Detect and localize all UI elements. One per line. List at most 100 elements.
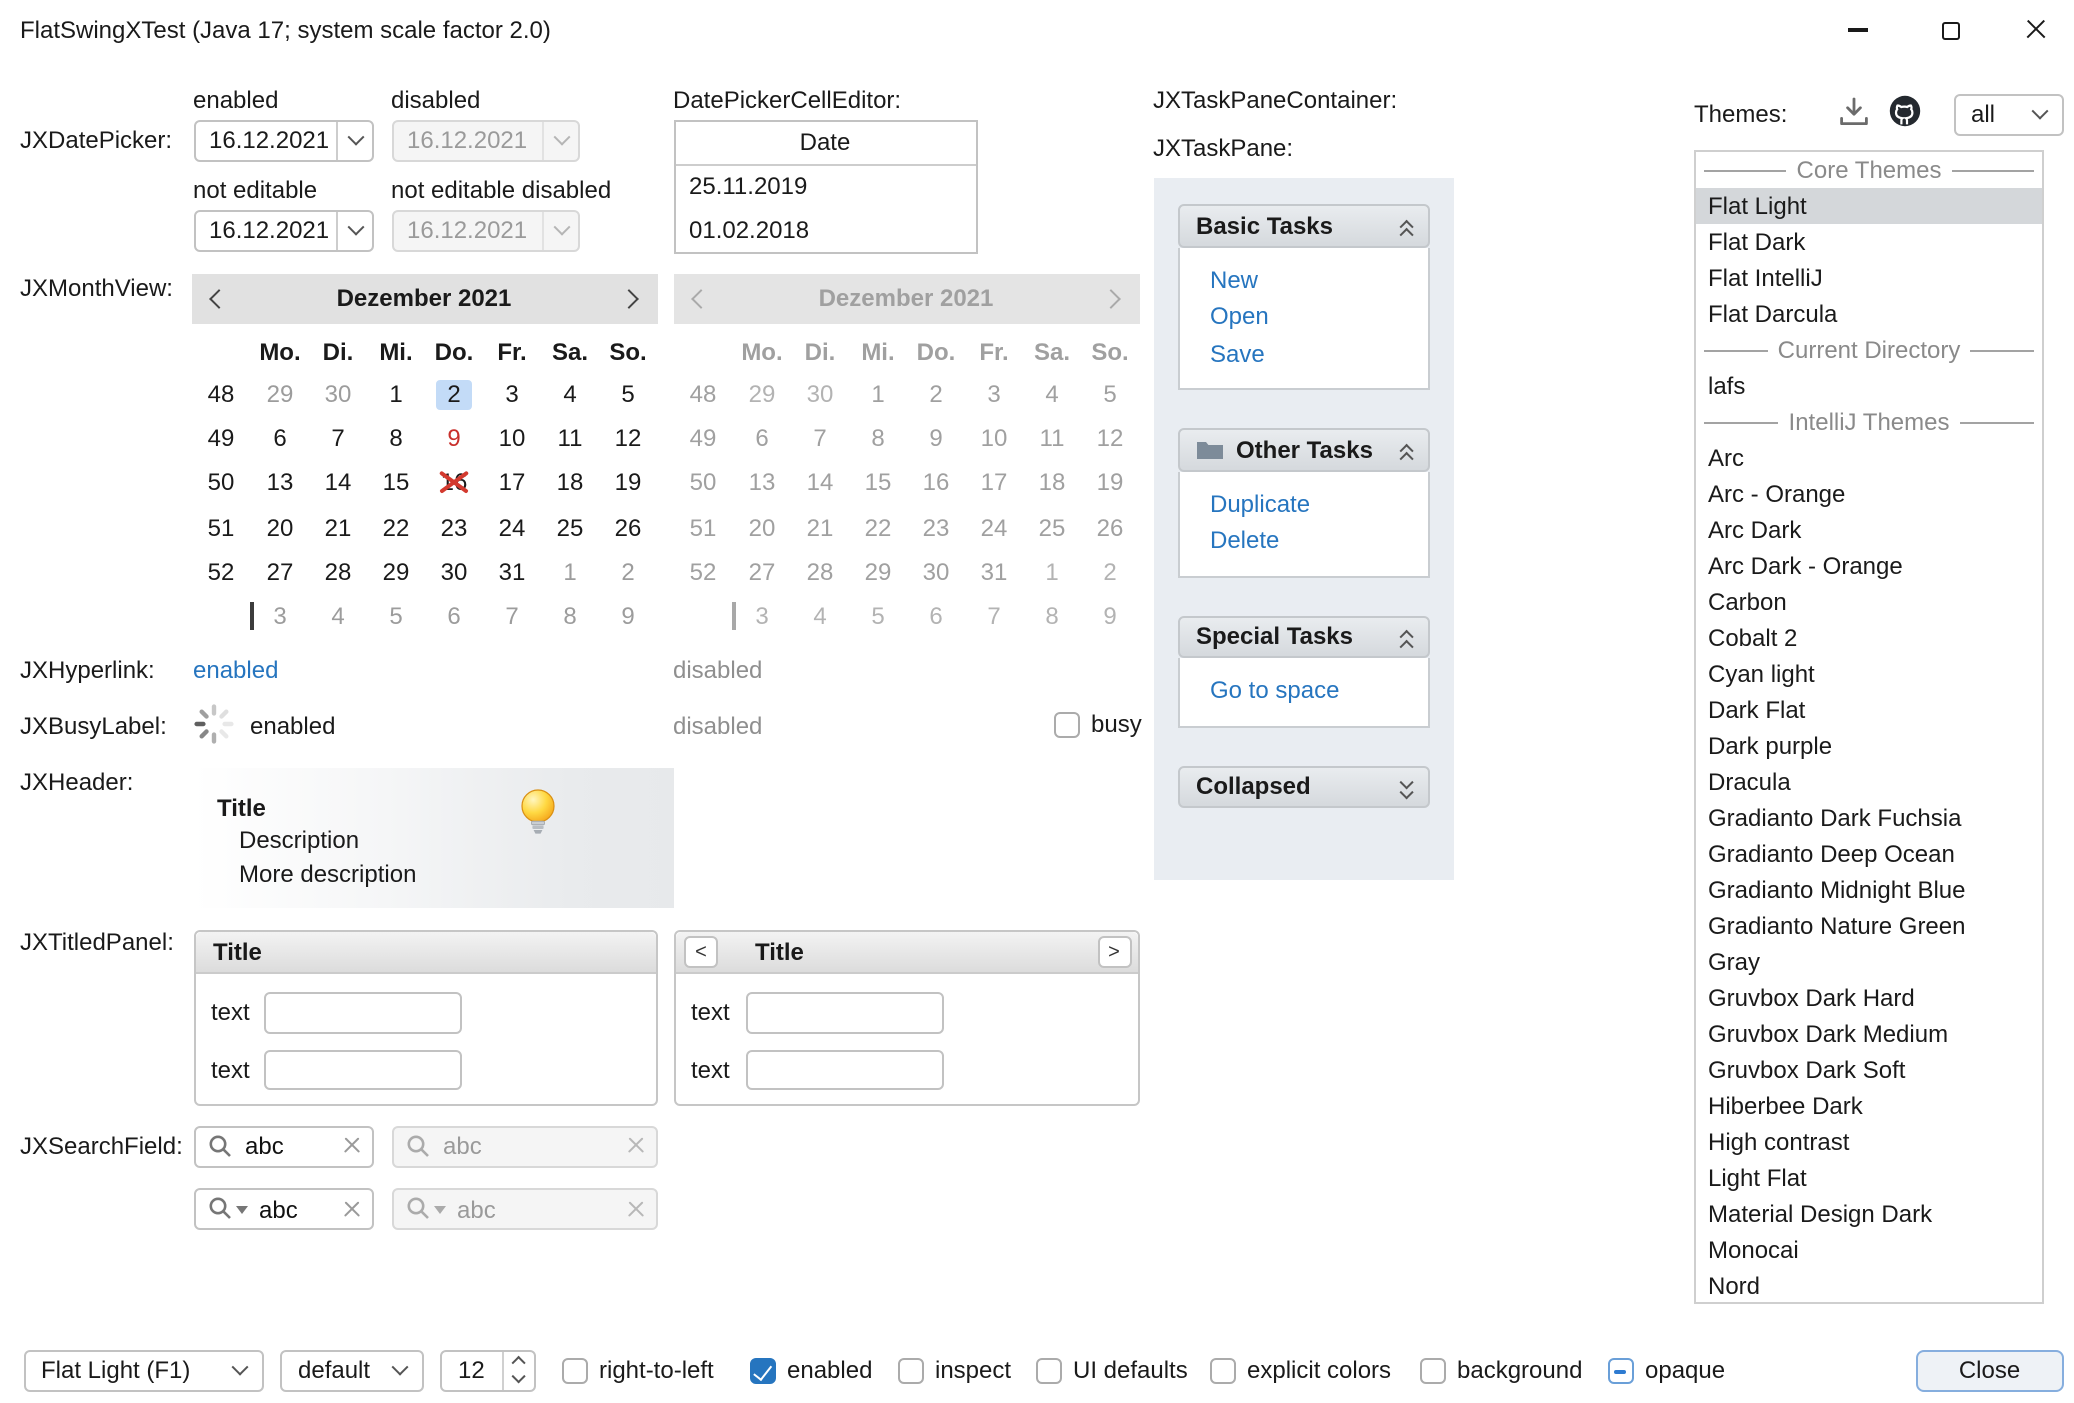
font-size-spinner[interactable]: 12 xyxy=(440,1349,536,1391)
theme-list-item[interactable]: High contrast xyxy=(1696,1124,2042,1160)
calendar-day[interactable]: 4 xyxy=(309,594,367,638)
taskpane-header[interactable]: Other Tasks xyxy=(1178,428,1430,471)
search-field[interactable]: abc xyxy=(193,1188,374,1230)
text-input[interactable] xyxy=(264,992,462,1033)
calendar-day[interactable]: 27 xyxy=(251,550,309,594)
spinner-up-button[interactable] xyxy=(504,1351,534,1370)
theme-list-item[interactable]: lafs xyxy=(1696,368,2042,404)
theme-filter-combobox[interactable]: all xyxy=(1953,93,2063,135)
checkbox-right-to-left[interactable]: right-to-left xyxy=(561,1349,714,1391)
calendar-day[interactable]: 16 xyxy=(425,461,483,505)
calendar-day[interactable]: 9 xyxy=(599,594,657,638)
month-view-calendar[interactable]: Dezember 2021Mo.Di.Mi.Do.Fr.Sa.So.482930… xyxy=(191,273,657,643)
datepicker-enabled[interactable]: 16.12.2021 xyxy=(193,119,374,161)
taskpane-link-open[interactable]: Open xyxy=(1210,298,1428,335)
theme-list-item[interactable]: Gradianto Midnight Blue xyxy=(1696,872,2042,908)
theme-list-item[interactable]: Arc Dark xyxy=(1696,512,2042,548)
theme-list-item[interactable]: Gradianto Dark Fuchsia xyxy=(1696,800,2042,836)
theme-list-item[interactable]: Dracula xyxy=(1696,764,2042,800)
theme-list-item[interactable]: Flat IntelliJ xyxy=(1696,260,2042,296)
calendar-day[interactable]: 1 xyxy=(367,372,425,416)
checkbox-enabled[interactable]: enabled xyxy=(749,1349,872,1391)
checkbox-background[interactable]: background xyxy=(1419,1349,1582,1391)
theme-list-item[interactable]: Arc - Orange xyxy=(1696,476,2042,512)
titled-panel-left-button[interactable]: < xyxy=(684,936,718,968)
maximize-button[interactable] xyxy=(1904,0,1996,60)
calendar-day[interactable]: 8 xyxy=(367,416,425,460)
calendar-day[interactable]: 20 xyxy=(251,505,309,549)
titled-panel-right-button[interactable]: > xyxy=(1097,936,1131,968)
calendar-day[interactable]: 8 xyxy=(541,594,599,638)
calendar-day[interactable]: 31 xyxy=(483,550,541,594)
calendar-day[interactable]: 9 xyxy=(425,416,483,460)
text-input[interactable] xyxy=(746,992,944,1033)
taskpane-link-go-to-space[interactable]: Go to space xyxy=(1210,672,1428,709)
minimize-button[interactable] xyxy=(1812,0,1904,60)
text-input[interactable] xyxy=(264,1049,462,1090)
theme-list-item[interactable]: Dark purple xyxy=(1696,728,2042,764)
hyperlink-enabled[interactable]: enabled xyxy=(193,655,278,683)
text-input[interactable] xyxy=(746,1049,944,1090)
font-combobox[interactable]: default xyxy=(280,1349,423,1391)
prev-month-button[interactable] xyxy=(191,273,247,323)
theme-list-item[interactable]: Arc Dark - Orange xyxy=(1696,548,2042,584)
theme-list-item[interactable]: Cyan light xyxy=(1696,656,2042,692)
chevron-double-up-icon[interactable] xyxy=(1403,440,1412,458)
chevron-double-up-icon[interactable] xyxy=(1403,216,1412,234)
theme-list-item[interactable]: Flat Light xyxy=(1696,188,2042,224)
table-row[interactable]: 25.11.2019 xyxy=(675,165,975,208)
calendar-day[interactable]: 30 xyxy=(309,372,367,416)
theme-list-item[interactable]: Gradianto Nature Green xyxy=(1696,908,2042,944)
taskpane-header[interactable]: Basic Tasks xyxy=(1178,204,1430,247)
taskpane-header[interactable]: Special Tasks xyxy=(1178,615,1430,658)
next-month-button[interactable] xyxy=(601,273,657,323)
taskpane-link-duplicate[interactable]: Duplicate xyxy=(1210,485,1428,522)
calendar-day[interactable]: 25 xyxy=(541,505,599,549)
calendar-day[interactable]: 7 xyxy=(309,416,367,460)
datepicker-not-editable[interactable]: 16.12.2021 xyxy=(193,209,374,251)
calendar-day[interactable]: 11 xyxy=(541,416,599,460)
calendar-day[interactable]: 18 xyxy=(541,461,599,505)
date-table[interactable]: Date25.11.201901.02.2018 xyxy=(673,120,977,253)
theme-list-item[interactable]: Cobalt 2 xyxy=(1696,620,2042,656)
calendar-day[interactable]: 4 xyxy=(541,372,599,416)
theme-list-item[interactable]: Carbon xyxy=(1696,584,2042,620)
calendar-day[interactable]: 26 xyxy=(599,505,657,549)
calendar-day[interactable]: 1 xyxy=(541,550,599,594)
calendar-day[interactable]: 30 xyxy=(425,550,483,594)
calendar-day[interactable]: 6 xyxy=(425,594,483,638)
theme-list-item[interactable]: Gray xyxy=(1696,944,2042,980)
checkbox-ui-defaults[interactable]: UI defaults xyxy=(1035,1349,1188,1391)
table-row[interactable]: 01.02.2018 xyxy=(675,208,975,251)
calendar-day[interactable]: 15 xyxy=(367,461,425,505)
spinner-down-button[interactable] xyxy=(504,1370,534,1389)
calendar-day[interactable]: 28 xyxy=(309,550,367,594)
theme-list-item[interactable]: Dark Flat xyxy=(1696,692,2042,728)
theme-list-item[interactable]: Gruvbox Dark Hard xyxy=(1696,980,2042,1016)
calendar-day[interactable]: 3 xyxy=(483,372,541,416)
github-icon[interactable] xyxy=(1888,93,1922,127)
theme-list-item[interactable]: Gruvbox Dark Soft xyxy=(1696,1052,2042,1088)
checkbox-inspect[interactable]: inspect xyxy=(897,1349,1011,1391)
clear-icon[interactable] xyxy=(342,1200,360,1218)
calendar-day[interactable]: 2 xyxy=(425,372,483,416)
calendar-day[interactable]: 10 xyxy=(483,416,541,460)
taskpane-header[interactable]: Collapsed xyxy=(1178,765,1430,808)
calendar-day[interactable]: 12 xyxy=(599,416,657,460)
calendar-day[interactable]: 2 xyxy=(599,550,657,594)
calendar-day[interactable]: 21 xyxy=(309,505,367,549)
calendar-day[interactable]: 13 xyxy=(251,461,309,505)
calendar-day[interactable]: 5 xyxy=(599,372,657,416)
calendar-day[interactable]: 14 xyxy=(309,461,367,505)
search-field[interactable]: abc xyxy=(193,1125,374,1167)
theme-list-item[interactable]: Light Flat xyxy=(1696,1160,2042,1196)
checkbox-explicit-colors[interactable]: explicit colors xyxy=(1209,1349,1391,1391)
theme-list-item[interactable]: Nord xyxy=(1696,1268,2042,1304)
download-icon[interactable] xyxy=(1838,95,1870,127)
theme-list-item[interactable]: Flat Dark xyxy=(1696,224,2042,260)
calendar-day[interactable]: 23 xyxy=(425,505,483,549)
calendar-day[interactable]: 24 xyxy=(483,505,541,549)
calendar-day[interactable]: 17 xyxy=(483,461,541,505)
close-window-button[interactable] xyxy=(1990,0,2074,60)
calendar-day[interactable]: 29 xyxy=(367,550,425,594)
